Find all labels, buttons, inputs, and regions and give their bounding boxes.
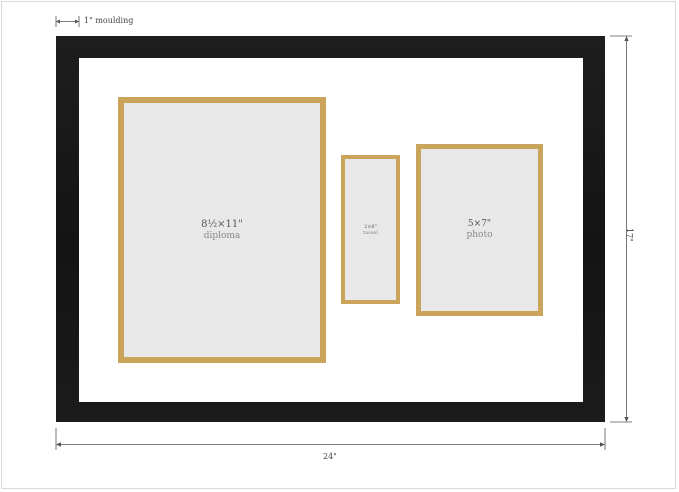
- opening-photo: 5×7" photo: [416, 144, 543, 316]
- opening-name-label: diploma: [203, 230, 241, 241]
- moulding-dimension-label: 1" moulding: [84, 16, 134, 25]
- height-dimension-label: 17": [625, 228, 634, 242]
- opening-name-label: tassel: [363, 229, 378, 236]
- opening-size-label: 8½×11": [201, 218, 243, 230]
- width-dimension-label: 24": [323, 452, 337, 461]
- opening-diploma: 8½×11" diploma: [118, 97, 326, 363]
- opening-size-label: 5×7": [467, 219, 492, 230]
- opening-tassel: 2×6" tassel: [341, 155, 400, 304]
- opening-name-label: photo: [466, 230, 493, 240]
